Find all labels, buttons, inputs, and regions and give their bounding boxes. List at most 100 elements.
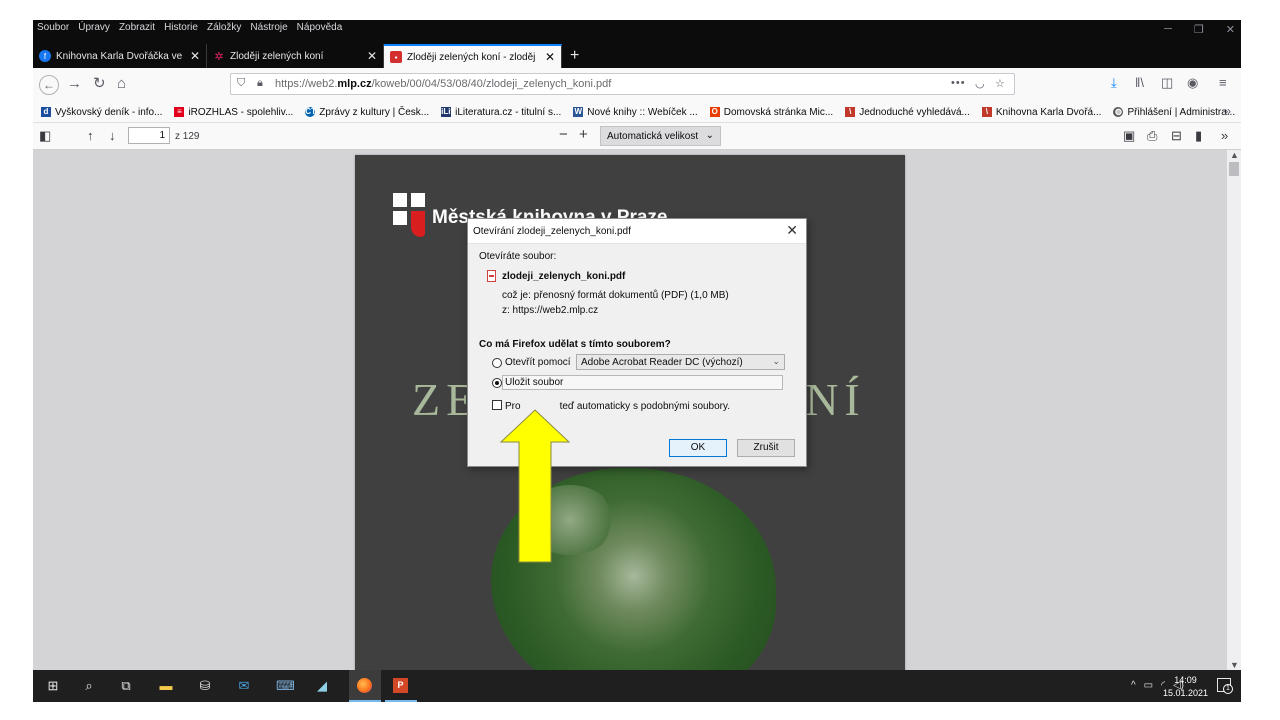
powerpoint-taskbar-button[interactable]: P [385, 670, 417, 702]
minimize-icon[interactable]: ─ [1164, 23, 1172, 36]
bookmark-item[interactable]: ◍ Přihlášení | Administra... [1113, 107, 1235, 118]
page-count: z 129 [175, 131, 200, 142]
bookmark-icon[interactable]: ▮ [1195, 128, 1202, 144]
forward-icon[interactable]: → [67, 75, 82, 93]
notification-icon[interactable]: 1 [1217, 678, 1233, 694]
close-tab-icon[interactable]: ✕ [190, 49, 200, 63]
search-icon[interactable]: ⌕ [81, 678, 97, 694]
bookmark-label: iLiteratura.cz - titulní s... [455, 106, 562, 118]
bookmark-label: Zprávy z kultury | Česk... [319, 106, 430, 118]
bookmark-item[interactable]: W Nové knihy :: Webíček ... [573, 107, 698, 118]
tab-zlodeji-pdf[interactable]: ▪ Zloději zelených koní - zloděj ✕ [384, 44, 562, 68]
clock[interactable]: 14:09 15.01.2021 [1163, 674, 1208, 700]
store-icon[interactable]: ⛁ [197, 678, 213, 694]
mail-icon[interactable]: ✉ [236, 678, 252, 694]
bookmark-item[interactable]: d Vyškovský deník - info... [41, 107, 162, 118]
reload-icon[interactable]: ↻ [93, 75, 106, 93]
w-icon: W [573, 107, 584, 117]
file-explorer-icon[interactable]: ▬ [158, 678, 174, 694]
bookmark-item[interactable]: ČT Zprávy z kultury | Česk... [305, 107, 429, 118]
pocket-icon[interactable]: ◡ [975, 77, 985, 90]
zoom-select[interactable]: Automatická velikost ⌄ [600, 126, 721, 146]
close-tab-icon[interactable]: ✕ [367, 49, 377, 63]
menu-bookmarks[interactable]: Záložky [207, 22, 241, 38]
page-number-input[interactable]: 1 [128, 127, 170, 144]
download-icon[interactable]: ⤓ [1111, 75, 1117, 91]
close-tab-icon[interactable]: ✕ [545, 50, 555, 64]
taskbar: ⊞ ⌕ ⧉ ▬ ⛁ ✉ ⌨ ◢ ^ ▭ ◜ ◁) 1 [33, 670, 1241, 702]
restore-icon[interactable]: ❐ [1194, 23, 1204, 36]
close-icon[interactable]: ✕ [786, 222, 798, 239]
close-window-icon[interactable]: ✕ [1226, 23, 1235, 36]
cancel-button[interactable]: Zrušit [737, 439, 795, 457]
menu-tools[interactable]: Nástroje [250, 22, 287, 38]
chevron-down-icon: ⌄ [705, 130, 714, 141]
shield-icon[interactable]: ⛉ [237, 77, 245, 90]
bookmark-item[interactable]: O Domovská stránka Mic... [709, 107, 833, 118]
new-tab-icon[interactable]: + [570, 44, 579, 68]
menu-history[interactable]: Historie [164, 22, 198, 38]
ilit-icon: iLit [441, 107, 454, 117]
bookmark-item[interactable]: iLit iLiteratura.cz - titulní s... [441, 107, 561, 118]
task-view-icon[interactable]: ⧉ [118, 678, 134, 694]
menu-edit[interactable]: Úpravy [78, 22, 110, 38]
screen: Soubor Úpravy Zobrazit Historie Záložky … [33, 20, 1241, 702]
account-icon[interactable]: ◉ [1187, 75, 1198, 91]
back-icon[interactable]: ← [39, 75, 59, 95]
bookmark-item[interactable]: \ Jednoduché vyhledává... [845, 107, 970, 118]
bookmark-label: iROZHLAS - spolehliv... [188, 106, 294, 118]
bookmarks-bar: d Vyškovský deník - info... ≡ iROZHLAS - s… [33, 102, 1241, 123]
application-value: Adobe Acrobat Reader DC (výchozí) [581, 357, 743, 368]
bookmark-item[interactable]: ≡ iROZHLAS - spolehliv... [174, 107, 293, 118]
bookmarks-overflow-icon[interactable]: » [1224, 104, 1231, 118]
bookmark-item[interactable]: \ Knihovna Karla Dvořá... [981, 107, 1101, 118]
dialog-title-bar: Otevírání zlodeji_zelenych_koni.pdf ✕ [468, 219, 806, 244]
pdf-file-icon [487, 270, 496, 282]
home-icon[interactable]: ⌂ [117, 75, 126, 93]
hamburger-menu-icon[interactable]: ≡ [1219, 75, 1227, 90]
open-with-radio[interactable] [492, 358, 502, 368]
d-icon: d [41, 107, 51, 117]
windows-start-icon[interactable]: ⊞ [45, 678, 61, 694]
scroll-down-icon[interactable]: ▼ [1230, 660, 1239, 670]
url-bar[interactable]: ⛉ 🔒︎ https://web2.mlp.cz/koweb/00/04/53/… [230, 73, 1015, 95]
bookmark-label: Jednoduché vyhledává... [859, 106, 970, 118]
battery-icon[interactable]: ▭ [1144, 680, 1153, 691]
menu-file[interactable]: Soubor [37, 22, 69, 38]
app-icon[interactable]: ◢ [314, 678, 330, 694]
pdf-toolbar: ◧ ↑ ↓ 1 z 129 − + Automatická velikost ⌄ … [33, 124, 1241, 150]
save-file-radio[interactable] [492, 378, 502, 388]
bookmark-star-icon[interactable]: ☆ [995, 77, 1005, 90]
menu-view[interactable]: Zobrazit [119, 22, 155, 38]
firefox-taskbar-button[interactable] [349, 670, 381, 702]
powerpoint-icon: P [393, 678, 408, 693]
zoom-out-icon[interactable]: − [559, 126, 568, 143]
notification-count: 1 [1223, 684, 1233, 694]
scroll-thumb[interactable] [1229, 162, 1239, 176]
tab-zlodeji[interactable]: ✲ Zloději zelených koní ✕ [207, 44, 384, 68]
toggle-sidebar-icon[interactable]: ◧ [39, 128, 51, 144]
lock-icon[interactable]: 🔒︎ [257, 77, 263, 90]
application-select[interactable]: Adobe Acrobat Reader DC (výchozí) ⌄ [576, 354, 785, 370]
zoom-in-icon[interactable]: + [579, 126, 588, 143]
sidebar-icon[interactable]: ◫ [1161, 75, 1173, 91]
title-bar: Soubor Úpravy Zobrazit Historie Záložky … [33, 20, 1241, 68]
network-app-icon[interactable]: ⌨ [276, 678, 295, 694]
tab-knihovna[interactable]: f Knihovna Karla Dvořáčka ve Vy ✕ [33, 44, 207, 68]
menu-help[interactable]: Nápověda [297, 22, 343, 38]
tools-overflow-icon[interactable]: » [1221, 128, 1228, 143]
presentation-icon[interactable]: ▣ [1123, 128, 1135, 144]
previous-page-icon[interactable]: ↑ [87, 128, 94, 143]
print-icon[interactable]: ⎙ [1147, 128, 1157, 144]
vertical-scrollbar[interactable]: ▲ ▼ [1227, 150, 1241, 670]
globe-icon: ◍ [1113, 107, 1124, 117]
save-file-label[interactable]: Uložit soubor [505, 377, 563, 388]
library-icon[interactable]: ‖\ [1135, 75, 1144, 90]
open-with-label[interactable]: Otevřít pomocí [505, 357, 571, 368]
ok-button[interactable]: OK [669, 439, 727, 457]
page-actions-icon[interactable]: ••• [951, 77, 966, 89]
chevron-up-icon[interactable]: ^ [1131, 680, 1136, 691]
next-page-icon[interactable]: ↓ [109, 128, 116, 143]
scroll-up-icon[interactable]: ▲ [1230, 150, 1239, 160]
save-icon[interactable]: ⊟ [1171, 128, 1182, 144]
